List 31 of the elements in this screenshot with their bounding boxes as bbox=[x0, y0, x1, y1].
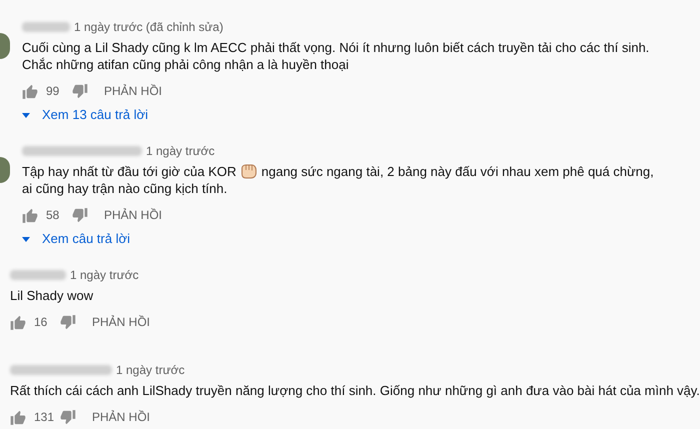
reply-button[interactable]: PHẢN HỒI bbox=[104, 206, 162, 224]
comment-time: 1 ngày trước bbox=[146, 143, 215, 160]
thumbs-down-icon[interactable] bbox=[60, 410, 76, 424]
reply-button[interactable]: PHẢN HỒI bbox=[92, 408, 150, 426]
fist-emoji-icon bbox=[240, 163, 258, 179]
thumbs-up-icon[interactable] bbox=[10, 314, 26, 330]
view-replies-link[interactable]: Xem 13 câu trả lời bbox=[22, 103, 662, 127]
reply-button[interactable]: PHẢN HỒI bbox=[92, 313, 150, 331]
comment-text: Lil Shady wow bbox=[10, 287, 94, 304]
thumbs-up-icon[interactable] bbox=[22, 208, 38, 222]
thumbs-up-icon[interactable] bbox=[10, 410, 26, 424]
like-count: 131 bbox=[34, 409, 56, 426]
thumbs-down-icon[interactable] bbox=[60, 314, 76, 330]
avatar[interactable] bbox=[0, 33, 10, 59]
like-count: 58 bbox=[46, 207, 60, 224]
comment-text: Tập hay nhất từ đầu tới giờ của KOR ngang sức ngang tài, 2 bảng này đấu với nhau xem phê quá chừng, ai cũng hay trận nào cũng kịch tính. bbox=[22, 163, 655, 197]
comment-time: 1 ngày trước bbox=[116, 362, 185, 379]
reply-button[interactable]: PHẢN HỒI bbox=[104, 82, 162, 100]
thumbs-down-icon[interactable] bbox=[72, 84, 88, 98]
like-count: 16 bbox=[34, 314, 48, 331]
view-replies-link[interactable]: Xem câu trả lời bbox=[22, 227, 662, 251]
thumbs-up-icon[interactable] bbox=[22, 84, 38, 98]
avatar[interactable] bbox=[0, 157, 10, 183]
caret-down-icon bbox=[22, 112, 30, 118]
like-count: 99 bbox=[46, 83, 60, 100]
caret-down-icon bbox=[22, 236, 30, 242]
thumbs-down-icon[interactable] bbox=[72, 208, 88, 222]
comment-text: Cuối cùng a Lil Shady cũng k lm AECC phải thất vọng. Nói ít nhưng luôn biết cách truyền tải cho các thí sinh. Chắc những atifan cũng phải công nhận a là huyền thoại bbox=[22, 39, 650, 73]
comment-time: 1 ngày trước bbox=[70, 267, 139, 284]
comment-time: 1 ngày trước (đã chỉnh sửa) bbox=[74, 19, 224, 36]
comment-text: Rất thích cái cách anh LilShady truyền năng lượng cho thí sinh. Giống như những gì anh đưa vào bài hát của mình vậy. bbox=[10, 382, 698, 399]
